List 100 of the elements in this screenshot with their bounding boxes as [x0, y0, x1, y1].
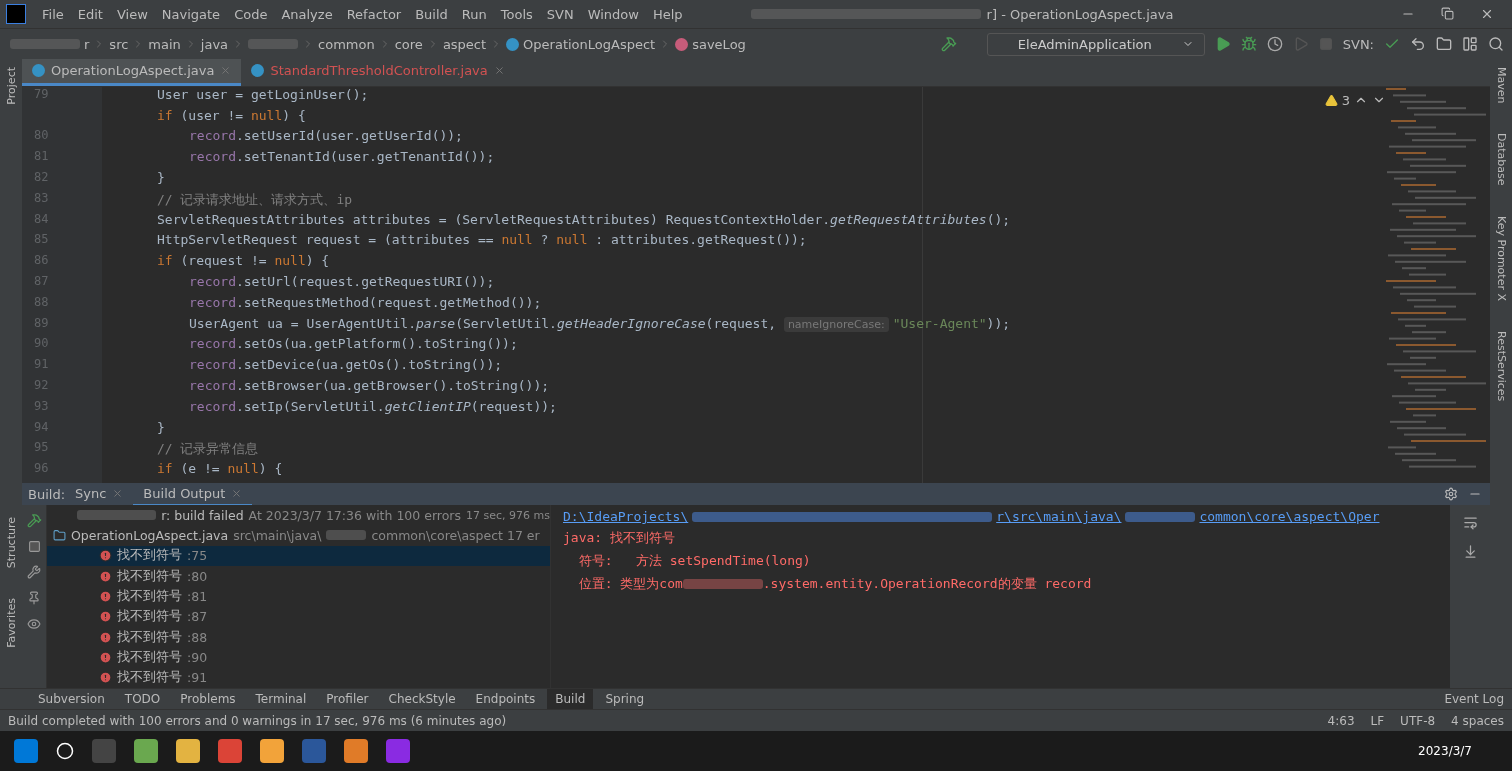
output-line: java: 找不到符号 — [563, 529, 676, 547]
warning-icon — [1324, 93, 1338, 107]
tool-tab[interactable]: TODO — [116, 689, 169, 709]
tool-tab[interactable]: Problems — [172, 689, 244, 709]
code-line: if (user != null) { — [157, 107, 306, 125]
error-row[interactable]: 找不到符号 :90 — [47, 647, 550, 668]
window-title: r] - OperationLogAspect.java — [986, 6, 1174, 22]
window-icon[interactable] — [1462, 36, 1478, 52]
panel-label: Build: — [28, 486, 65, 502]
tool-tab[interactable]: CheckStyle — [380, 689, 464, 709]
debug-icon[interactable] — [1240, 36, 1257, 52]
menu-item[interactable]: Help — [646, 6, 689, 22]
status-item[interactable]: UTF-8 — [1400, 713, 1436, 728]
run-config-dropdown[interactable]: EleAdminApplication — [986, 32, 1205, 56]
close-icon[interactable] — [1480, 7, 1494, 21]
editor-tab[interactable]: OperationLogAspect.java — [22, 59, 242, 86]
menu-item[interactable]: Analyze — [275, 6, 339, 22]
file-link[interactable]: D:\IdeaProjects\ r\src\main\java\ common\core\aspect\Oper — [563, 509, 1438, 524]
status-item[interactable]: 4:63 — [1327, 713, 1355, 728]
app-icon[interactable] — [344, 739, 368, 763]
menu-item[interactable]: SVN — [540, 6, 580, 22]
menu-item[interactable]: Tools — [494, 6, 539, 22]
code-line: HttpServletRequest request = (attributes == null ? null : attributes.getRequest()); — [157, 232, 807, 250]
breadcrumb-item[interactable]: aspect — [442, 36, 487, 52]
pin-icon[interactable] — [27, 591, 41, 605]
menu-item[interactable]: Code — [228, 6, 274, 22]
breadcrumb-item[interactable]: common — [318, 36, 375, 52]
panel-tab[interactable]: Sync — [65, 482, 134, 506]
tool-window-tab[interactable]: RestServices — [1494, 330, 1508, 402]
breadcrumb-item[interactable]: saveLog — [692, 36, 746, 52]
breadcrumb-item[interactable]: r — [84, 36, 90, 52]
error-icon — [99, 569, 112, 583]
error-icon — [99, 610, 112, 624]
error-icon — [99, 589, 112, 603]
event-log-button[interactable]: Event Log — [1444, 692, 1504, 706]
search-icon[interactable] — [56, 742, 74, 760]
breadcrumb-item[interactable]: core — [394, 36, 423, 52]
status-item[interactable]: LF — [1370, 713, 1385, 728]
code-line: ServletRequestAttributes attributes = (ServletRequestAttributes) RequestContextHolder.getRequestAttributes(); — [157, 211, 1011, 229]
eye-icon[interactable] — [27, 617, 41, 631]
code-line: UserAgent ua = UserAgentUtil.parse(ServletUtil.getHeaderIgnoreCase(request, nameIgnoreCase: "User-Agent")); — [188, 315, 1011, 334]
tool-window-tab[interactable]: Project — [4, 67, 18, 105]
folder-icon[interactable] — [1436, 36, 1452, 52]
tool-window-tab[interactable]: Maven — [1494, 67, 1508, 104]
tool-window-tab[interactable]: Structure — [4, 517, 18, 569]
tool-window-tab[interactable]: Favorites — [4, 598, 18, 648]
wrench-icon[interactable] — [27, 565, 41, 579]
error-icon — [99, 630, 112, 644]
error-row[interactable]: 找不到符号 :88 — [47, 626, 550, 648]
error-row[interactable]: 找不到符号 :81 — [47, 586, 550, 607]
tool-tab[interactable]: Terminal — [247, 689, 315, 709]
tool-window-tab[interactable]: Database — [1494, 133, 1508, 186]
restore-icon[interactable] — [1441, 7, 1454, 20]
tool-tab[interactable]: Spring — [597, 689, 653, 709]
windows-start-icon[interactable] — [14, 739, 38, 763]
class-icon — [251, 64, 265, 78]
menu-item[interactable]: Refactor — [340, 6, 408, 22]
breadcrumb-item[interactable]: java — [200, 36, 229, 52]
error-label: 找不到符号 — [117, 587, 182, 605]
breadcrumb-item[interactable]: main — [148, 36, 181, 52]
error-row[interactable]: 找不到符号 :91 — [47, 667, 550, 688]
menu-item[interactable]: Edit — [71, 6, 109, 22]
code-line: } — [157, 419, 165, 437]
menu-item[interactable]: Build — [409, 6, 454, 22]
code-line: if (request != null) { — [157, 253, 330, 271]
hammer-icon[interactable] — [940, 36, 957, 52]
method-icon — [675, 37, 689, 51]
error-row[interactable]: 找不到符号 :75 — [47, 545, 550, 566]
settings-icon[interactable] — [1444, 487, 1458, 502]
breadcrumb-item[interactable]: OperationLogAspect — [523, 36, 656, 52]
class-icon — [506, 37, 520, 51]
app-icon[interactable] — [218, 739, 242, 763]
tool-tab[interactable]: Profiler — [318, 689, 377, 709]
hammer-icon[interactable] — [26, 513, 42, 528]
menu-item[interactable]: Window — [581, 6, 645, 22]
redacted-text — [326, 530, 367, 541]
app-icon[interactable] — [386, 739, 410, 763]
error-row[interactable]: 找不到符号 :80 — [47, 566, 550, 587]
tool-tab[interactable]: Build — [547, 689, 594, 709]
build-status[interactable]: r: build failed — [161, 507, 244, 523]
soft-wrap-icon[interactable] — [1462, 515, 1478, 530]
undo-icon[interactable] — [1410, 36, 1426, 52]
menu-item[interactable]: View — [110, 6, 154, 22]
breadcrumb-item[interactable]: src — [109, 36, 129, 52]
file-name[interactable]: OperationLogAspect.java — [71, 528, 229, 543]
tool-tab[interactable]: Subversion — [30, 689, 113, 709]
app-icon[interactable] — [134, 739, 158, 763]
app-icon[interactable] — [176, 739, 200, 763]
error-icon — [99, 671, 112, 685]
menu-item[interactable]: Navigate — [155, 6, 227, 22]
warning-count[interactable]: 3 — [1341, 92, 1350, 108]
error-label: 找不到符号 — [117, 608, 182, 626]
tool-tab[interactable]: Endpoints — [467, 689, 544, 709]
menu-item[interactable]: Run — [455, 6, 493, 22]
app-icon[interactable] — [260, 739, 284, 763]
error-row[interactable]: 找不到符号 :87 — [47, 606, 550, 627]
status-item[interactable]: 4 spaces — [1451, 713, 1504, 728]
menu-item[interactable]: File — [36, 6, 70, 22]
tool-window-tab[interactable]: Key Promoter X — [1494, 216, 1508, 301]
stop-icon — [1318, 37, 1333, 51]
